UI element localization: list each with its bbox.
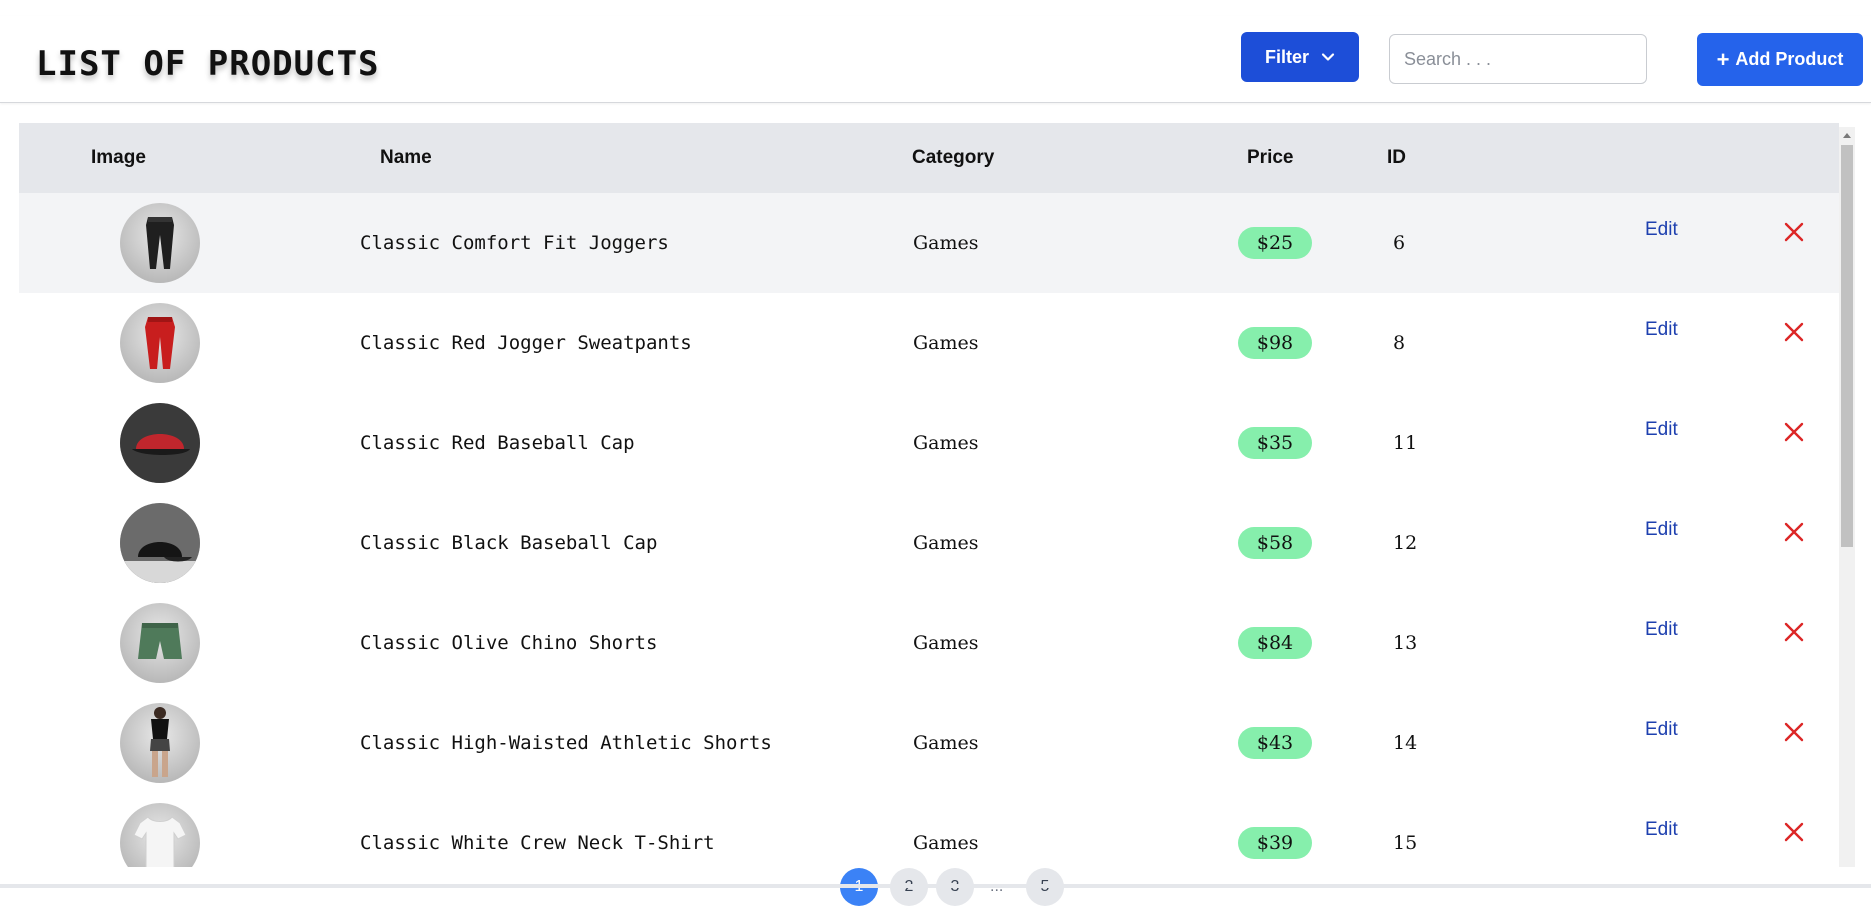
edit-link[interactable]: Edit: [1645, 519, 1678, 541]
product-category: Games: [913, 732, 979, 754]
edit-link[interactable]: Edit: [1645, 319, 1678, 341]
close-icon: [1784, 722, 1804, 742]
product-image: [120, 703, 200, 783]
product-id: 15: [1393, 832, 1418, 854]
product-id: 8: [1393, 332, 1406, 354]
column-header-price: Price: [1247, 147, 1294, 168]
close-icon: [1784, 822, 1804, 842]
table-row: Classic High-Waisted Athletic Shorts Gam…: [19, 693, 1839, 793]
edit-link[interactable]: Edit: [1645, 719, 1678, 741]
filter-button[interactable]: Filter: [1241, 32, 1359, 82]
table-row: Classic Comfort Fit Joggers Games $25 6 …: [19, 193, 1839, 293]
add-product-button[interactable]: + Add Product: [1697, 33, 1863, 86]
athletic-shorts-icon: [150, 707, 170, 777]
product-category: Games: [913, 232, 979, 254]
price-badge: $39: [1238, 827, 1312, 859]
column-header-category: Category: [912, 147, 995, 168]
product-category: Games: [913, 532, 979, 554]
product-category: Games: [913, 432, 979, 454]
close-icon: [1784, 222, 1804, 242]
add-product-label: Add Product: [1735, 49, 1844, 69]
column-header-id: ID: [1387, 147, 1406, 168]
table-row: Classic Black Baseball Cap Games $58 12 …: [19, 493, 1839, 593]
page-title: LIST OF PRODUCTS: [36, 44, 380, 84]
page-header: LIST OF PRODUCTS Filter + Add Product: [0, 16, 1871, 103]
chevron-down-icon: [1321, 53, 1335, 61]
delete-button[interactable]: [1783, 521, 1805, 543]
product-image: [120, 203, 200, 283]
product-id: 6: [1393, 232, 1406, 254]
delete-button[interactable]: [1783, 421, 1805, 443]
product-image: [120, 303, 200, 383]
table-row: Classic White Crew Neck T-Shirt Games $3…: [19, 793, 1839, 867]
product-name: Classic White Crew Neck T-Shirt: [360, 832, 715, 854]
product-image: [120, 603, 200, 683]
delete-button[interactable]: [1783, 221, 1805, 243]
joggers-black-icon: [146, 217, 174, 269]
price-badge: $84: [1238, 627, 1312, 659]
product-id: 11: [1393, 432, 1418, 454]
edit-link[interactable]: Edit: [1645, 219, 1678, 241]
browser-top-strip: [0, 0, 1871, 17]
table-row: Classic Red Baseball Cap Games $35 11 Ed…: [19, 393, 1839, 493]
product-id: 14: [1393, 732, 1418, 754]
cap-black-icon: [120, 503, 200, 583]
table-scrollbar[interactable]: [1839, 127, 1855, 867]
product-name: Classic Red Baseball Cap: [360, 432, 635, 454]
close-icon: [1784, 522, 1804, 542]
delete-button[interactable]: [1783, 821, 1805, 843]
product-category: Games: [913, 632, 979, 654]
product-id: 13: [1393, 632, 1418, 654]
table-row: Classic Red Jogger Sweatpants Games $98 …: [19, 293, 1839, 393]
close-icon: [1784, 622, 1804, 642]
delete-button[interactable]: [1783, 721, 1805, 743]
product-name: Classic High-Waisted Athletic Shorts: [360, 732, 772, 754]
pagination: 1 2 3 ... 5: [840, 868, 1080, 908]
price-badge: $35: [1238, 427, 1312, 459]
product-name: Classic Comfort Fit Joggers: [360, 232, 669, 254]
search-input[interactable]: [1389, 34, 1647, 84]
scrollbar-thumb[interactable]: [1841, 145, 1853, 547]
product-id: 12: [1393, 532, 1418, 554]
edit-link[interactable]: Edit: [1645, 419, 1678, 441]
table-header-row: Image Name Category Price ID: [19, 123, 1839, 193]
product-image: [120, 503, 200, 583]
page-bottom-edge: [0, 884, 1871, 888]
cap-red-icon: [120, 403, 200, 483]
price-badge: $25: [1238, 227, 1312, 259]
product-name: Classic Red Jogger Sweatpants: [360, 332, 692, 354]
scroll-up-arrow[interactable]: [1839, 127, 1855, 143]
edit-link[interactable]: Edit: [1645, 619, 1678, 641]
tshirt-white-icon: [133, 816, 187, 867]
price-badge: $58: [1238, 527, 1312, 559]
filter-button-label: Filter: [1264, 46, 1309, 67]
column-header-image: Image: [91, 147, 146, 168]
price-badge: $98: [1238, 327, 1312, 359]
edit-link[interactable]: Edit: [1645, 819, 1678, 841]
shorts-olive-icon: [138, 623, 182, 659]
product-category: Games: [913, 832, 979, 854]
column-header-name: Name: [380, 147, 432, 168]
table-row: Classic Olive Chino Shorts Games $84 13 …: [19, 593, 1839, 693]
product-name: Classic Black Baseball Cap: [360, 532, 658, 554]
delete-button[interactable]: [1783, 621, 1805, 643]
products-table: Image Name Category Price ID Classic Com…: [19, 123, 1839, 867]
delete-button[interactable]: [1783, 321, 1805, 343]
product-name: Classic Olive Chino Shorts: [360, 632, 658, 654]
product-category: Games: [913, 332, 979, 354]
sweatpants-red-icon: [145, 317, 175, 369]
close-icon: [1784, 422, 1804, 442]
product-image: [120, 803, 200, 867]
price-badge: $43: [1238, 727, 1312, 759]
product-image: [120, 403, 200, 483]
triangle-up-icon: [1843, 133, 1851, 138]
close-icon: [1784, 322, 1804, 342]
plus-icon: +: [1716, 46, 1730, 72]
